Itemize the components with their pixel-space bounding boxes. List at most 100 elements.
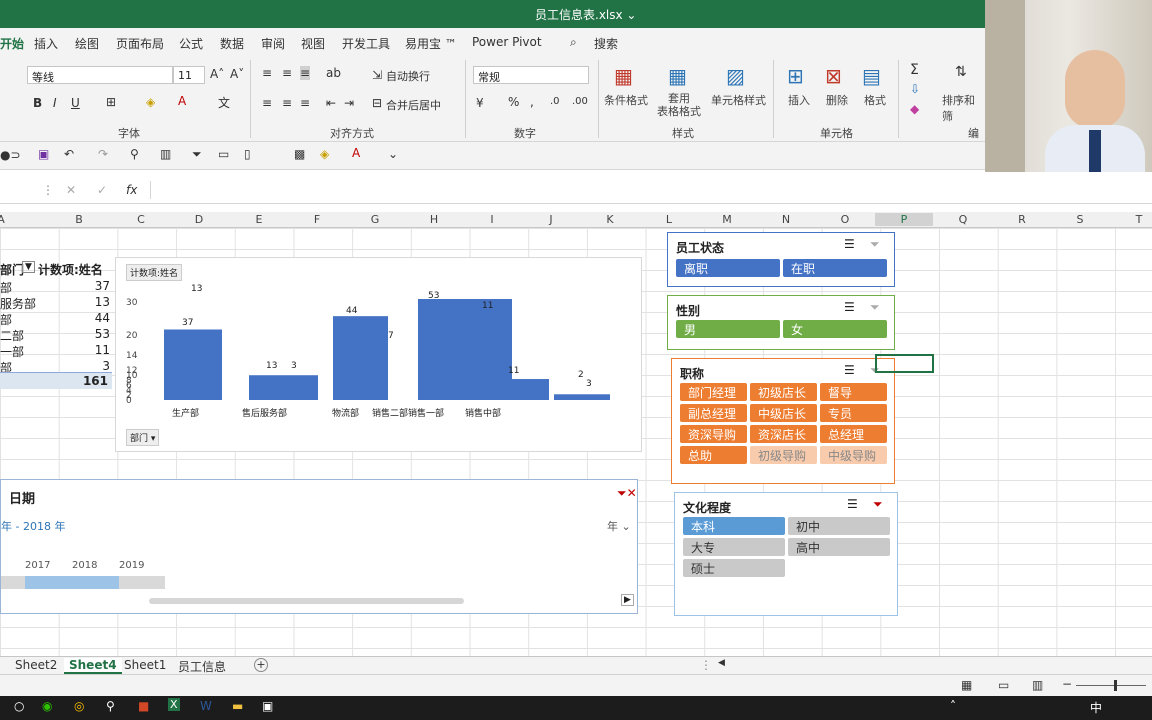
column-header[interactable]: K <box>581 213 639 226</box>
comma-icon[interactable]: , <box>530 95 534 109</box>
timeline-scrollbar[interactable] <box>149 598 464 604</box>
page-layout-icon[interactable]: ▭ <box>998 678 1009 692</box>
slicer-item[interactable]: 专员 <box>820 404 887 422</box>
folder-icon[interactable]: ▬ <box>232 699 243 713</box>
sort-filter-icon[interactable]: ⇅ <box>955 64 967 80</box>
save-icon[interactable]: ▣ <box>38 147 49 161</box>
tab-layout[interactable]: 页面布局 <box>116 35 164 52</box>
start-icon[interactable]: ○ <box>14 699 24 713</box>
clear-filter-icon[interactable]: ⏷ <box>870 300 880 315</box>
active-cell[interactable] <box>875 354 934 373</box>
slicer-item[interactable]: 总助 <box>680 446 747 464</box>
slicer-item[interactable]: 资深导购 <box>680 425 747 443</box>
column-header[interactable]: H <box>405 213 463 226</box>
chrome-icon[interactable]: ◎ <box>74 699 84 713</box>
slicer-item[interactable]: 硕士 <box>683 559 785 577</box>
autosave-toggle[interactable]: ●⊃ <box>0 148 21 162</box>
preview-icon[interactable]: ▩ <box>294 147 305 161</box>
cell-style-button[interactable]: 单元格样式 <box>711 92 766 108</box>
name-box[interactable] <box>0 182 30 200</box>
timeline-selection[interactable] <box>25 576 119 589</box>
slicer-item[interactable]: 大专 <box>683 538 785 556</box>
slicer-item[interactable]: 中级店长 <box>750 404 817 422</box>
delete-cells-icon[interactable]: ⊠ <box>825 64 842 88</box>
slicer-item[interactable]: 督导 <box>820 383 887 401</box>
multi-select-icon[interactable]: ☰ <box>844 237 855 251</box>
grow-font-icon[interactable]: A˄ <box>210 67 224 81</box>
italic-icon[interactable]: I <box>53 96 57 110</box>
column-header[interactable]: I <box>463 213 521 226</box>
column-header[interactable]: D <box>170 213 228 226</box>
sort-filter-button[interactable]: 排序和筛 <box>942 92 985 124</box>
zoom-slider[interactable] <box>1076 685 1146 686</box>
search-icon[interactable]: ⌕ <box>570 35 577 50</box>
conditional-format-button[interactable]: 条件格式 <box>604 92 648 108</box>
conditional-format-icon[interactable]: ▦ <box>614 64 633 88</box>
column-header[interactable]: O <box>816 213 874 226</box>
sheet-tab-employee-info[interactable]: 员工信息 <box>178 658 226 675</box>
timeline-unit-select[interactable]: 年 ⌄ <box>607 518 631 534</box>
column-header[interactable]: L <box>640 213 698 226</box>
tab-search[interactable]: 搜索 <box>594 35 618 52</box>
autosum-icon[interactable]: Σ <box>910 62 919 78</box>
cell-style-icon[interactable]: ▨ <box>726 64 745 88</box>
filter-icon[interactable]: ⏷ <box>192 147 202 162</box>
slicer-item[interactable]: 初中 <box>788 517 890 535</box>
text-color-icon[interactable]: A <box>352 146 360 160</box>
format-table-button[interactable]: 套用 表格格式 <box>654 92 704 118</box>
tab-data[interactable]: 数据 <box>220 35 244 52</box>
multi-select-icon[interactable]: ☰ <box>844 363 855 377</box>
more-sheets-icon[interactable]: ⋮ <box>700 658 712 672</box>
clear-filter-icon[interactable]: ⏷ <box>873 497 883 512</box>
column-header[interactable]: S <box>1051 213 1109 226</box>
slicer-item-left[interactable]: 离职 <box>676 259 780 277</box>
chart-value-field-button[interactable]: 计数项:姓名 <box>126 264 183 281</box>
comment-icon[interactable]: ▭ <box>218 147 229 161</box>
column-header[interactable]: B <box>50 213 108 226</box>
redo-icon[interactable]: ↷ <box>98 147 108 161</box>
ime-icon[interactable]: 中 <box>1090 699 1102 716</box>
tab-formulas[interactable]: 公式 <box>179 35 203 52</box>
column-header[interactable]: P <box>875 213 933 226</box>
slicer-item[interactable]: 总经理 <box>820 425 887 443</box>
zoom-thumb[interactable] <box>1114 680 1117 691</box>
slicer-item-female[interactable]: 女 <box>783 320 887 338</box>
tab-view[interactable]: 视图 <box>301 35 325 52</box>
app-icon[interactable]: ▣ <box>262 699 273 713</box>
column-header[interactable]: E <box>230 213 288 226</box>
normal-view-icon[interactable]: ▦ <box>961 678 972 692</box>
increase-indent-icon[interactable]: ⇥ <box>344 96 354 110</box>
slicer-item[interactable]: 部门经理 <box>680 383 747 401</box>
slicer-item[interactable]: 初级店长 <box>750 383 817 401</box>
align-right-icon[interactable]: ≡ <box>300 96 310 110</box>
delete-cells-button[interactable]: 删除 <box>826 92 848 108</box>
font-name-box[interactable]: 等线 <box>27 66 173 84</box>
sheet-tab-sheet1[interactable]: Sheet1 <box>124 658 166 672</box>
tab-power-pivot[interactable]: Power Pivot <box>472 35 542 49</box>
align-bottom-icon[interactable]: ≡ <box>300 66 311 80</box>
multi-select-icon[interactable]: ☰ <box>847 497 858 511</box>
merge-icon[interactable]: ⊟ <box>372 96 382 110</box>
sheet-tab-sheet2[interactable]: Sheet2 <box>15 658 57 672</box>
tab-home[interactable]: 开始 <box>0 35 24 52</box>
column-header[interactable]: M <box>698 213 756 226</box>
slicer-item[interactable]: 资深店长 <box>750 425 817 443</box>
sheet-tab-sheet4[interactable]: Sheet4 <box>64 658 122 674</box>
align-center-icon[interactable]: ≡ <box>282 96 292 110</box>
percent-icon[interactable]: % <box>508 95 519 109</box>
insert-function-button[interactable]: fx <box>126 183 137 197</box>
bold-icon[interactable]: B <box>33 96 42 110</box>
insert-cells-button[interactable]: 插入 <box>788 92 810 108</box>
slicer-item-active[interactable]: 在职 <box>783 259 887 277</box>
align-middle-icon[interactable]: ≡ <box>282 66 292 80</box>
wechat-icon[interactable]: ◉ <box>42 699 52 713</box>
formula-input[interactable] <box>150 181 1150 199</box>
insert-cells-icon[interactable]: ⊞ <box>787 64 804 88</box>
add-sheet-icon[interactable]: + <box>254 658 268 672</box>
pivot-chart[interactable]: 0 2 4 6 8 10 12 14 20 30 37 13 13 3 44 7 53 11 11 2 3 生产部 售后服务… <box>115 257 642 452</box>
slicer-item[interactable]: 副总经理 <box>680 404 747 422</box>
merge-center-button[interactable]: 合并后居中 <box>386 97 441 113</box>
border-icon[interactable]: ⊞ <box>106 95 116 109</box>
align-left-icon[interactable]: ≡ <box>262 96 272 110</box>
align-top-icon[interactable]: ≡ <box>262 66 272 80</box>
